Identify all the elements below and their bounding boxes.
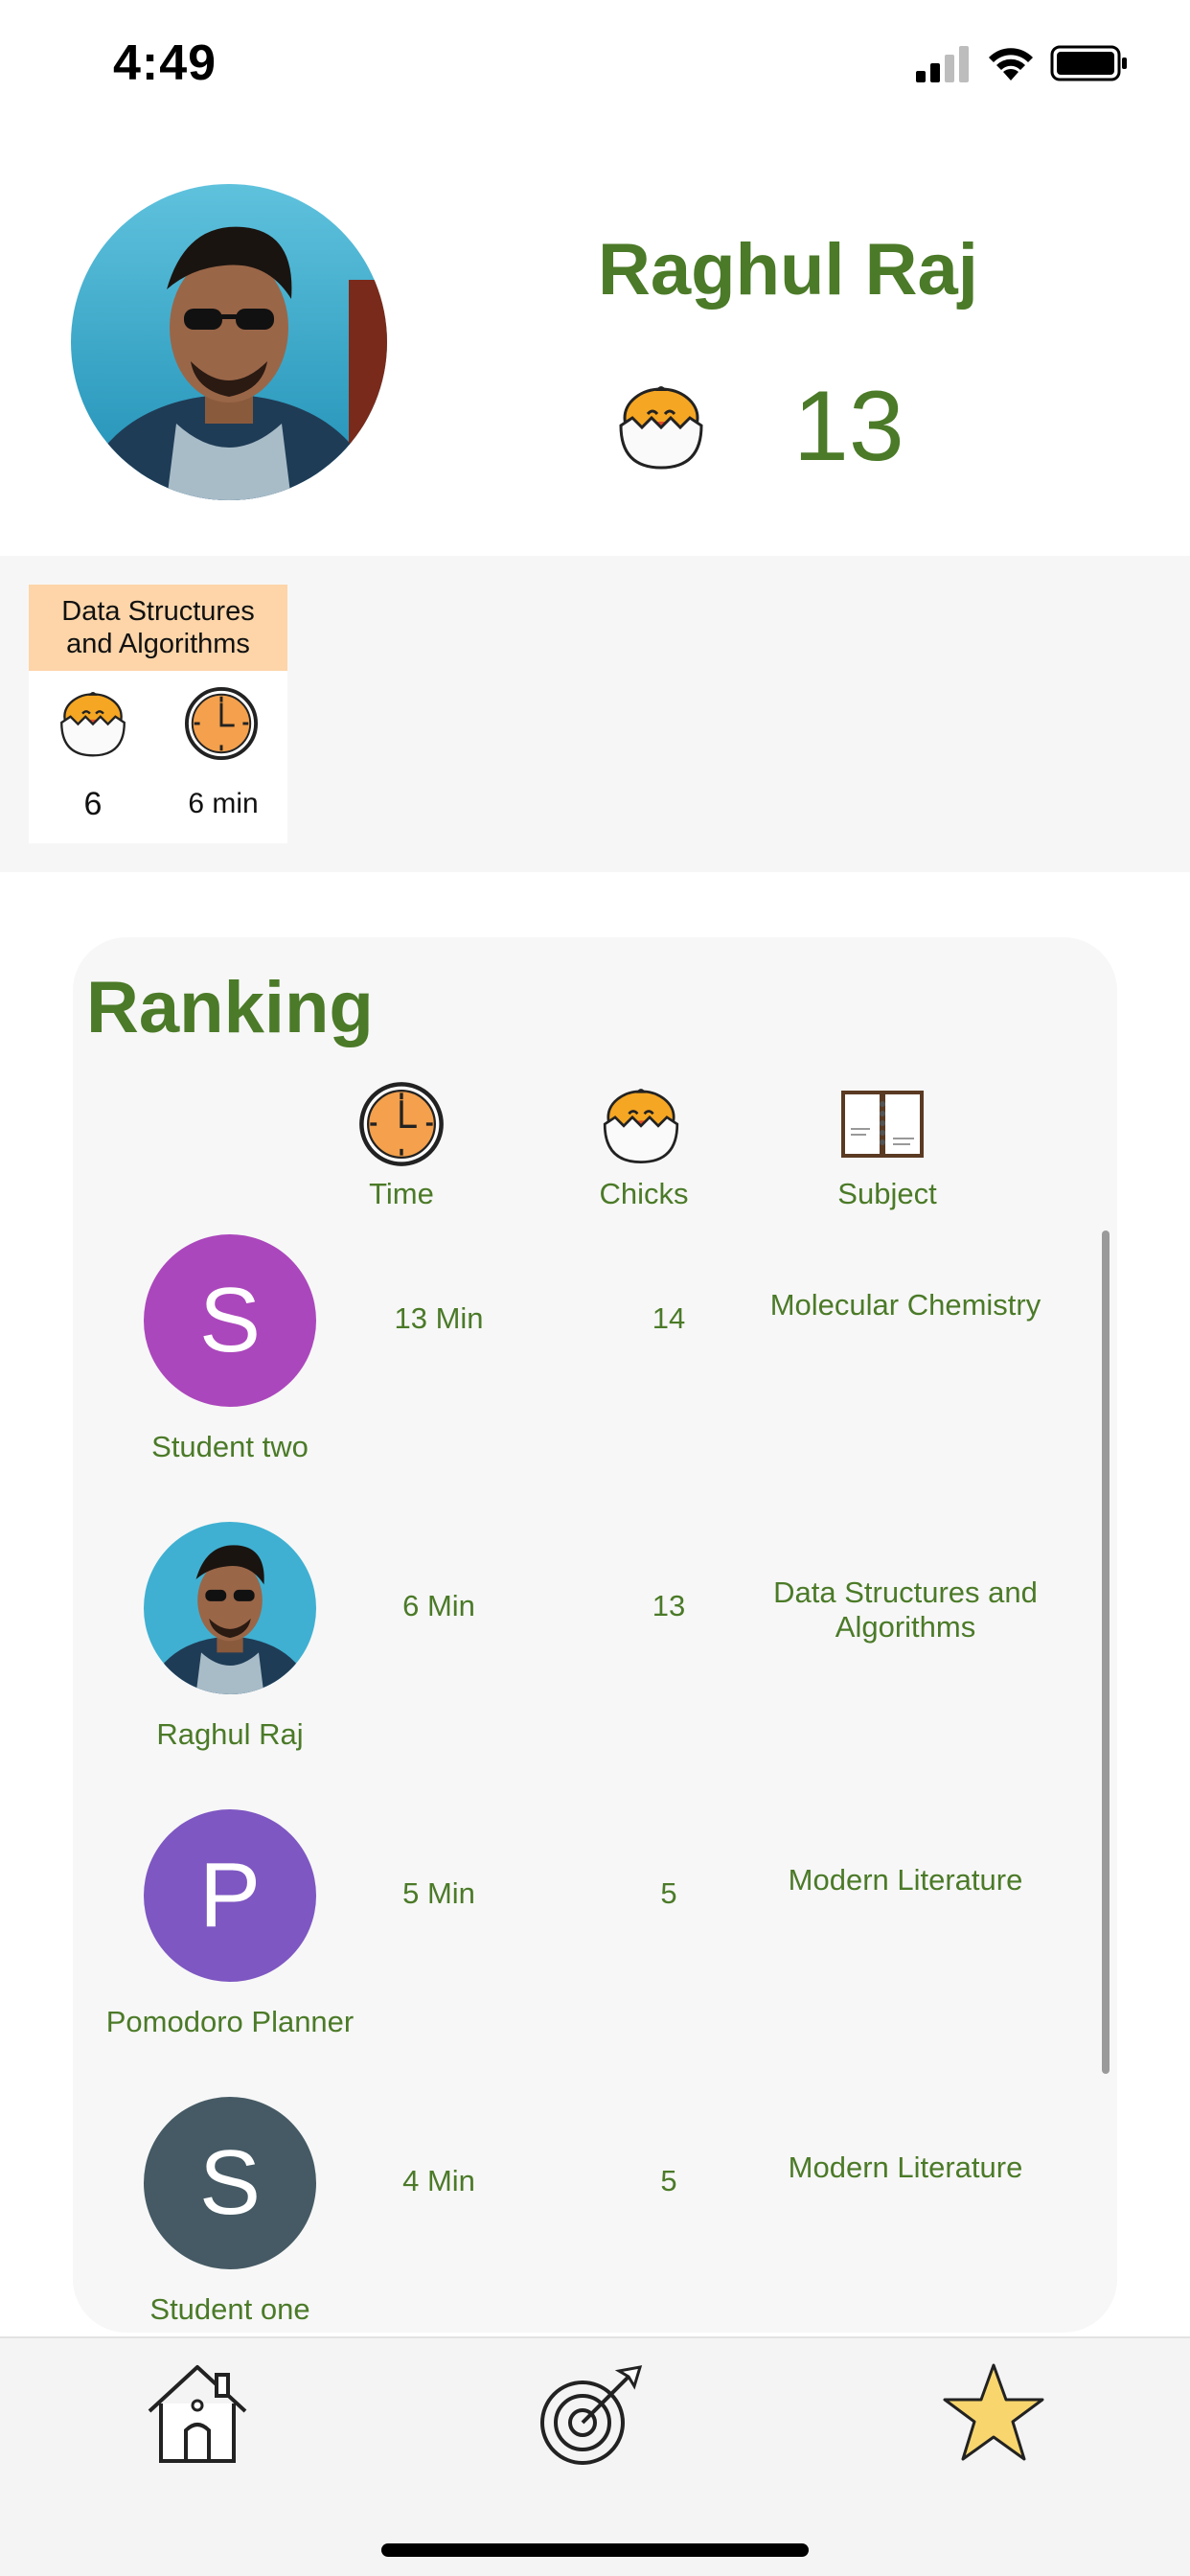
subject-card-title: Data Structures and Algorithms bbox=[29, 585, 287, 671]
rank-time: 13 Min bbox=[394, 1301, 484, 1335]
rank-time: 6 Min bbox=[402, 1589, 475, 1622]
subject-summary-strip: Data Structures and Algorithms 6 6 min bbox=[0, 556, 1190, 872]
status-time: 4:49 bbox=[113, 35, 217, 91]
rank-time: 5 Min bbox=[402, 1876, 475, 1910]
profile-name: Raghul Raj bbox=[598, 229, 978, 310]
tab-bar bbox=[0, 2336, 1190, 2576]
rank-student-name: Pomodoro Planner bbox=[105, 2005, 355, 2038]
subject-card[interactable]: Data Structures and Algorithms 6 6 min bbox=[29, 585, 287, 843]
rank-chicks: 14 bbox=[652, 1301, 686, 1335]
target-icon[interactable] bbox=[537, 2361, 644, 2469]
rank-subject: Modern Literature bbox=[788, 2150, 1023, 2184]
rank-chicks: 5 bbox=[660, 1876, 677, 1910]
card-time: 6 min bbox=[188, 788, 259, 819]
column-header-chicks: Chicks bbox=[599, 1177, 689, 1210]
chick-icon bbox=[60, 692, 126, 757]
profile-header: Raghul Raj 13 bbox=[0, 125, 1190, 556]
ranking-title: Ranking bbox=[86, 967, 374, 1048]
home-indicator bbox=[381, 2543, 809, 2557]
avatar: S bbox=[144, 2097, 316, 2269]
battery-icon bbox=[1050, 45, 1127, 81]
profile-photo[interactable] bbox=[71, 184, 387, 500]
ranking-row[interactable]: P Pomodoro Planner 5 Min 5 Modern Litera… bbox=[73, 1809, 1117, 2097]
rank-student-name: Student two bbox=[151, 1430, 309, 1463]
column-header-subject: Subject bbox=[837, 1177, 937, 1210]
signal-icon bbox=[916, 46, 969, 82]
wifi-icon bbox=[989, 48, 1033, 80]
ranking-list[interactable]: S Student two 13 Min 14 Molecular Chemis… bbox=[73, 1234, 1117, 2333]
rank-student-name: Raghul Raj bbox=[156, 1717, 304, 1751]
scrollbar[interactable] bbox=[1102, 1230, 1110, 2074]
rank-subject: Data Structures and Algorithms bbox=[773, 1576, 1038, 1644]
rank-subject: Molecular Chemistry bbox=[769, 1288, 1041, 1322]
status-bar: 4:49 bbox=[0, 0, 1190, 125]
clock-icon bbox=[359, 1082, 444, 1166]
card-chick-count: 6 bbox=[83, 786, 103, 822]
ranking-row[interactable]: Raghul Raj 6 Min 13 Data Structures and … bbox=[73, 1522, 1117, 1809]
rank-chicks: 5 bbox=[660, 2164, 677, 2197]
rank-subject: Modern Literature bbox=[788, 1863, 1023, 1897]
ranking-row[interactable]: S Student two 13 Min 14 Molecular Chemis… bbox=[73, 1234, 1117, 1522]
chick-icon bbox=[603, 1089, 679, 1163]
rank-time: 4 Min bbox=[402, 2164, 475, 2197]
ranking-panel: Ranking Time Chicks Subject S Student tw… bbox=[73, 937, 1117, 2333]
book-icon bbox=[841, 1091, 924, 1158]
home-icon[interactable] bbox=[144, 2361, 251, 2467]
avatar: P bbox=[144, 1809, 316, 1982]
column-header-time: Time bbox=[369, 1177, 434, 1210]
clock-icon bbox=[184, 686, 259, 761]
chick-total: 13 bbox=[793, 371, 904, 482]
avatar-photo bbox=[144, 1522, 316, 1694]
star-icon[interactable] bbox=[941, 2361, 1046, 2465]
avatar: S bbox=[144, 1234, 316, 1407]
chick-icon bbox=[619, 386, 703, 470]
rank-chicks: 13 bbox=[652, 1589, 686, 1622]
ranking-row[interactable]: S Student one 4 Min 5 Modern Literature bbox=[73, 2097, 1117, 2333]
rank-student-name: Student one bbox=[149, 2292, 310, 2326]
